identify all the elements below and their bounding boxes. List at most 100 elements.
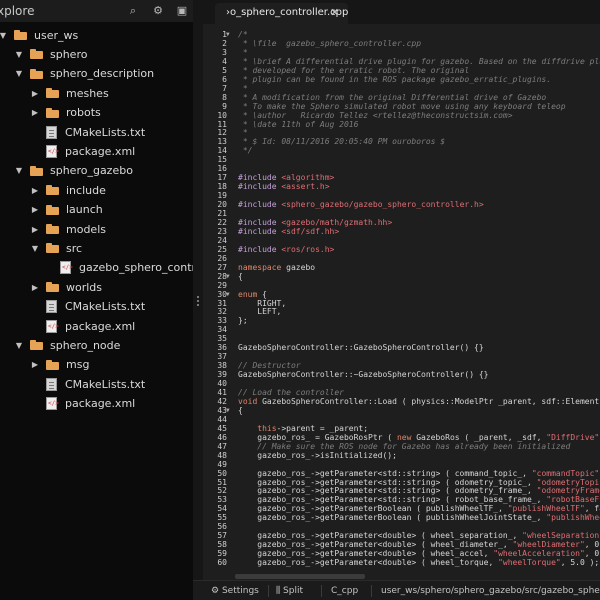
code-line[interactable]: gazebo_ros_->getParameter<double> ( whee… bbox=[238, 558, 599, 567]
settings-button[interactable]: ⚙ Settings bbox=[211, 586, 259, 596]
chevron-down-icon[interactable]: ▼ bbox=[14, 69, 24, 78]
tree-item[interactable]: ▶ msg bbox=[30, 356, 90, 374]
code-line[interactable]: { bbox=[238, 272, 243, 281]
code-editor[interactable]: 1 ▼ 2 3 4 5 6 7 8 9 10 11 12 13 14 15 16 17 18 19 20 21 22 23 24… bbox=[203, 24, 600, 580]
tree-item[interactable]: ▶ include bbox=[30, 181, 106, 199]
code-line[interactable]: void GazeboSpheroController::Load ( phys… bbox=[238, 397, 600, 406]
chevron-down-icon[interactable]: ▼ bbox=[14, 50, 24, 59]
tree-item[interactable]: ▶ models bbox=[30, 220, 106, 238]
fold-arrow-icon[interactable]: ▼ bbox=[226, 291, 230, 298]
code-line[interactable]: gazebo_ros_->getParameter<std::string> (… bbox=[238, 486, 600, 495]
tree-item[interactable]: ▼ sphero bbox=[14, 45, 88, 63]
chevron-right-icon[interactable]: ▶ bbox=[30, 205, 40, 214]
tree-item[interactable]: </> package.xml bbox=[46, 142, 135, 160]
chevron-down-icon[interactable]: ▼ bbox=[14, 166, 24, 175]
code-line[interactable]: // Make sure the ROS node for Gazebo has… bbox=[238, 442, 570, 451]
code-line[interactable]: this->parent = _parent; bbox=[238, 424, 368, 433]
fold-arrow-icon[interactable]: ▼ bbox=[226, 31, 230, 38]
code-line[interactable]: #include <gazebo/math/gzmath.hh> bbox=[238, 218, 392, 227]
settings-icon[interactable]: ⚙ bbox=[152, 5, 164, 17]
code-line[interactable]: gazebo_ros_->getParameter<double> ( whee… bbox=[238, 540, 600, 549]
tree-item[interactable]: ▶ launch bbox=[30, 201, 103, 219]
line-number: 41 bbox=[217, 388, 227, 397]
tree-item[interactable]: </> gazebo_sphero_controlle bbox=[60, 259, 193, 277]
tree-item[interactable]: </> package.xml bbox=[46, 317, 135, 335]
code-line[interactable]: gazebo_ros_->getParameterBoolean ( publi… bbox=[238, 513, 600, 522]
tree-item[interactable]: ▼ sphero_gazebo bbox=[14, 162, 133, 180]
chevron-right-icon[interactable]: ▶ bbox=[30, 360, 40, 369]
lock-icon[interactable]: ▣ bbox=[176, 5, 188, 17]
tree-item[interactable]: </> package.xml bbox=[46, 395, 135, 413]
tree-item[interactable]: ▼ src bbox=[30, 239, 82, 257]
tree-item[interactable]: CMakeLists.txt bbox=[46, 123, 145, 141]
chevron-down-icon[interactable]: ▼ bbox=[0, 31, 8, 40]
code-line[interactable]: #include <algorithm> bbox=[238, 173, 334, 182]
close-icon[interactable]: ✕ bbox=[330, 6, 339, 19]
code-line[interactable]: gazebo_ros_->getParameter<std::string> (… bbox=[238, 478, 600, 487]
split-button[interactable]: ⫼ Split bbox=[276, 586, 303, 596]
chevron-down-icon[interactable]: ▼ bbox=[14, 341, 24, 350]
code-line[interactable]: #include <sphero_gazebo/gazebo_sphero_co… bbox=[238, 200, 484, 209]
splitter-grip-icon[interactable] bbox=[197, 296, 199, 310]
code-line[interactable]: * bbox=[238, 84, 248, 93]
chevron-down-icon[interactable]: ▼ bbox=[30, 244, 40, 253]
code-line[interactable]: // Destructor bbox=[238, 361, 301, 370]
fold-arrow-icon[interactable]: ▼ bbox=[226, 407, 230, 414]
code-line[interactable]: gazebo_ros_->getParameter<std::string> (… bbox=[238, 495, 600, 504]
code-line[interactable]: */ bbox=[238, 146, 253, 155]
chevron-right-icon[interactable]: ▶ bbox=[30, 225, 40, 234]
code-line[interactable]: gazebo_ros_->getParameterBoolean ( publi… bbox=[238, 504, 600, 513]
horizontal-scrollbar[interactable] bbox=[235, 574, 365, 579]
chevron-right-icon[interactable]: ▶ bbox=[30, 283, 40, 292]
code-line[interactable]: * \date 11th of Aug 2016 bbox=[238, 120, 359, 129]
code-line[interactable]: * To make the Sphero simulated robot mov… bbox=[238, 102, 566, 111]
code-line[interactable]: namespace gazebo bbox=[238, 263, 315, 272]
line-number: 48 bbox=[217, 450, 227, 460]
code-line[interactable]: * \author Ricardo Tellez <rtellez@thecon… bbox=[238, 111, 513, 120]
code-line[interactable]: * bbox=[238, 48, 248, 57]
code-line[interactable]: /* bbox=[238, 30, 248, 39]
code-line[interactable]: gazebo_ros_->getParameter<double> ( whee… bbox=[238, 549, 600, 558]
code-line[interactable]: gazebo_ros_->isInitialized(); bbox=[238, 451, 397, 460]
code-line[interactable]: * $ Id: 08/11/2016 20:05:40 PM ouroboros… bbox=[238, 137, 445, 146]
tree-item[interactable]: CMakeLists.txt bbox=[46, 298, 145, 316]
chevron-right-icon[interactable]: ▶ bbox=[30, 186, 40, 195]
code-line[interactable]: RIGHT, bbox=[238, 299, 286, 308]
tree-item[interactable]: ▼ sphero_description bbox=[14, 65, 154, 83]
fold-arrow-icon[interactable]: ▼ bbox=[226, 273, 230, 280]
code-line[interactable]: gazebo_ros_ = GazeboRosPtr ( new GazeboR… bbox=[238, 433, 600, 442]
tree-item[interactable]: ▶ meshes bbox=[30, 84, 109, 102]
code-line[interactable]: * \brief A differential drive plugin for… bbox=[238, 57, 600, 66]
chevron-right-icon[interactable]: ▶ bbox=[30, 89, 40, 98]
tree-item-label: sphero_gazebo bbox=[50, 164, 133, 178]
code-line[interactable]: * plugin can be found in the ROS package… bbox=[238, 75, 551, 84]
code-line[interactable]: GazeboSpheroController::GazeboSpheroCont… bbox=[238, 343, 484, 352]
code-line[interactable]: * bbox=[238, 128, 248, 137]
tree-item-label: package.xml bbox=[65, 319, 136, 333]
language-mode[interactable]: C_cpp bbox=[331, 586, 358, 596]
folder-icon bbox=[30, 165, 43, 176]
code-line[interactable]: }; bbox=[238, 316, 248, 325]
code-line[interactable]: enum { bbox=[238, 290, 267, 299]
tree-item[interactable]: ▼ user_ws bbox=[0, 26, 78, 44]
tree-item[interactable]: CMakeLists.txt bbox=[46, 375, 145, 393]
line-number: 55 bbox=[217, 513, 227, 523]
tree-item[interactable]: ▶ robots bbox=[30, 104, 101, 122]
tree-item[interactable]: ▼ sphero_node bbox=[14, 336, 121, 354]
code-token: // Make sure the ROS node for Gazebo has… bbox=[238, 441, 571, 451]
code-line[interactable]: * developed for the erratic robot. The o… bbox=[238, 66, 469, 75]
code-line[interactable]: * A modification from the original Diffe… bbox=[238, 93, 546, 102]
code-line[interactable]: * \file gazebo_sphero_controller.cpp bbox=[238, 39, 421, 48]
code-line[interactable]: gazebo_ros_->getParameter<std::string> (… bbox=[238, 469, 600, 478]
code-line[interactable]: #include <ros/ros.h> bbox=[238, 245, 334, 254]
code-line[interactable]: #include <assert.h> bbox=[238, 182, 330, 191]
tree-item[interactable]: ▶ worlds bbox=[30, 278, 102, 296]
code-line[interactable]: LEFT, bbox=[238, 307, 281, 316]
code-line[interactable]: { bbox=[238, 406, 243, 415]
chevron-right-icon[interactable]: ▶ bbox=[30, 108, 40, 117]
code-line[interactable]: // Load the controller bbox=[238, 388, 344, 397]
code-line[interactable]: #include <sdf/sdf.hh> bbox=[238, 227, 339, 236]
search-icon[interactable]: ⌕ bbox=[127, 5, 139, 17]
code-line[interactable]: GazeboSpheroController::~GazeboSpheroCon… bbox=[238, 370, 488, 379]
code-line[interactable]: gazebo_ros_->getParameter<double> ( whee… bbox=[238, 531, 600, 540]
